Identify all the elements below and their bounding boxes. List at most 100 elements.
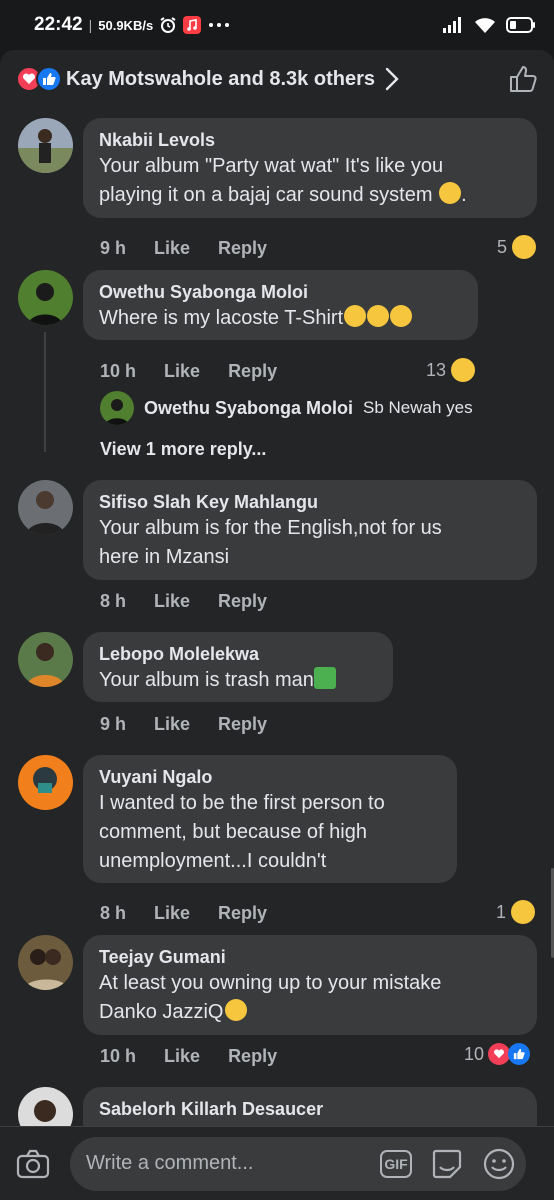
reply-button[interactable]: Reply — [218, 903, 267, 924]
trash-emoji-icon — [313, 667, 336, 689]
comment-author[interactable]: Teejay Gumani — [99, 945, 521, 969]
reply-button[interactable]: Reply — [228, 361, 277, 382]
like-button[interactable]: Like — [154, 238, 190, 259]
comment-bubble[interactable]: Lebopo Molelekwa Your album is trash man — [83, 632, 393, 702]
like-reaction-icon — [508, 1043, 531, 1065]
avatar[interactable] — [18, 755, 73, 810]
reply-button[interactable]: Reply — [228, 1046, 277, 1067]
like-button[interactable]: Like — [154, 591, 190, 612]
reactions-header[interactable]: Kay Motswahole and 8.3k others — [0, 50, 554, 108]
comment-time: 8 h — [100, 591, 127, 611]
comment-text-line: Where is my lacoste T-Shirt — [99, 307, 344, 329]
avatar[interactable] — [18, 480, 73, 535]
view-more-replies[interactable]: View 1 more reply... — [100, 439, 266, 460]
comment-author[interactable]: Sabelorh Killarh Desaucer — [99, 1097, 521, 1121]
comment-author[interactable]: Owethu Syabonga Moloi — [99, 280, 462, 304]
comment-author[interactable]: Lebopo Molelekwa — [99, 642, 377, 666]
like-button[interactable]: Like — [164, 361, 200, 382]
music-app-icon — [183, 16, 202, 34]
comment-text-line: comment, but because of high — [99, 821, 367, 843]
laugh-reaction-icon — [451, 358, 476, 382]
reply-text: Sb Newah yes — [363, 398, 473, 417]
laugh-reaction-icon — [511, 900, 536, 924]
reply-button[interactable]: Reply — [218, 591, 267, 612]
like-button[interactable]: Like — [154, 903, 190, 924]
reply-button[interactable]: Reply — [218, 238, 267, 259]
status-separator: | — [88, 17, 93, 33]
comment-actions: 9 h Like Reply — [100, 714, 267, 735]
comment-text-line: playing it on a bajaj car sound system — [99, 184, 433, 206]
avatar[interactable] — [18, 270, 73, 325]
comment-author[interactable]: Sifiso Slah Key Mahlangu — [99, 490, 521, 514]
comment-text-line: Danko JazziQ — [99, 1001, 224, 1023]
battery-icon — [506, 17, 536, 33]
like-button[interactable]: Like — [154, 714, 190, 735]
reaction-icons — [16, 66, 64, 92]
reaction-count[interactable]: 5 — [497, 235, 537, 259]
comment-actions: 10 h Like Reply — [100, 1046, 277, 1067]
avatar[interactable] — [18, 632, 73, 687]
reaction-count[interactable]: 1 — [496, 900, 536, 924]
comment-placeholder[interactable]: Write a comment... — [86, 1152, 380, 1175]
comment-actions: 10 h Like Reply — [100, 361, 277, 382]
eye-roll-emoji-icon — [390, 305, 413, 327]
comment-time: 9 h — [100, 714, 127, 734]
comment-text-line: At least you owning up to your mistake — [99, 972, 442, 994]
comment-author[interactable]: Nkabii Levols — [99, 128, 521, 152]
reaction-count-number: 5 — [497, 236, 508, 257]
reaction-count[interactable]: 13 — [426, 358, 476, 382]
comments-feed[interactable]: Nkabii Levols Your album "Party wat wat"… — [0, 108, 554, 1126]
more-dots-icon — [207, 21, 231, 29]
comment-text-line: Your album is for the English,not for us — [99, 517, 442, 539]
alarm-icon — [159, 16, 177, 34]
comment-text: At least you owning up to your mistake D… — [99, 969, 521, 1027]
comment-time: 9 h — [100, 238, 127, 258]
comment-text-line: . — [461, 184, 467, 206]
chevron-right-icon[interactable] — [385, 67, 399, 91]
comment-time: 8 h — [100, 903, 127, 923]
comment-text-line: I wanted to be the first person to — [99, 792, 385, 814]
comment-input[interactable]: Write a comment... GIF — [70, 1136, 526, 1191]
thumbs-up-icon[interactable] — [508, 64, 538, 94]
comment-bubble[interactable]: Owethu Syabonga Moloi Where is my lacost… — [83, 270, 478, 340]
reply-button[interactable]: Reply — [218, 714, 267, 735]
thread-line — [44, 332, 46, 452]
reactions-summary[interactable]: Kay Motswahole and 8.3k others — [66, 68, 375, 91]
comment-actions: 9 h Like Reply — [100, 238, 267, 259]
reply-preview[interactable]: Owethu Syabonga Moloi Sb Newah yes — [100, 391, 473, 425]
comment-author[interactable]: Vuyani Ngalo — [99, 765, 441, 789]
emoji-icon[interactable] — [482, 1147, 516, 1181]
grimace-emoji-icon — [344, 305, 367, 327]
avatar[interactable] — [18, 118, 73, 173]
gif-icon[interactable]: GIF — [380, 1149, 412, 1178]
reply-author[interactable]: Owethu Syabonga Moloi — [144, 398, 353, 419]
comment-text: Your album "Party wat wat" It's like you… — [99, 152, 521, 210]
avatar[interactable] — [18, 935, 73, 990]
comment-bubble[interactable]: Sabelorh Killarh Desaucer — [83, 1087, 537, 1126]
grimace-emoji-icon — [367, 305, 390, 327]
laugh-reaction-icon — [512, 235, 537, 259]
comment-text-line: unemployment...I couldn't — [99, 850, 327, 872]
comment-composer: Write a comment... GIF — [0, 1126, 554, 1200]
comment-bubble[interactable]: Vuyani Ngalo I wanted to be the first pe… — [83, 755, 457, 883]
comment-time: 10 h — [100, 361, 137, 381]
comment-actions: 8 h Like Reply — [100, 591, 267, 612]
avatar[interactable] — [18, 1087, 73, 1126]
raised-hands-emoji-icon — [224, 999, 247, 1021]
comment-text-line: Your album is trash man — [99, 669, 314, 691]
avatar[interactable] — [100, 391, 134, 425]
status-bar: 22:42 | 50.9KB/s — [0, 0, 554, 50]
comment-time: 10 h — [100, 1046, 137, 1066]
comment-text-line: Your album "Party wat wat" It's like you — [99, 155, 444, 177]
comment-bubble[interactable]: Sifiso Slah Key Mahlangu Your album is f… — [83, 480, 537, 580]
comment-bubble[interactable]: Nkabii Levols Your album "Party wat wat"… — [83, 118, 537, 218]
sticker-icon[interactable] — [430, 1147, 464, 1181]
comment-text: I wanted to be the first person to comme… — [99, 789, 441, 876]
comment-text-line: here in Mzansi — [99, 546, 230, 568]
comment-bubble[interactable]: Teejay Gumani At least you owning up to … — [83, 935, 537, 1035]
reaction-count-number: 1 — [496, 901, 507, 922]
signal-icon — [442, 17, 464, 33]
reaction-count[interactable]: 10 — [464, 1043, 531, 1065]
like-button[interactable]: Like — [164, 1046, 200, 1067]
camera-icon[interactable] — [16, 1149, 50, 1179]
